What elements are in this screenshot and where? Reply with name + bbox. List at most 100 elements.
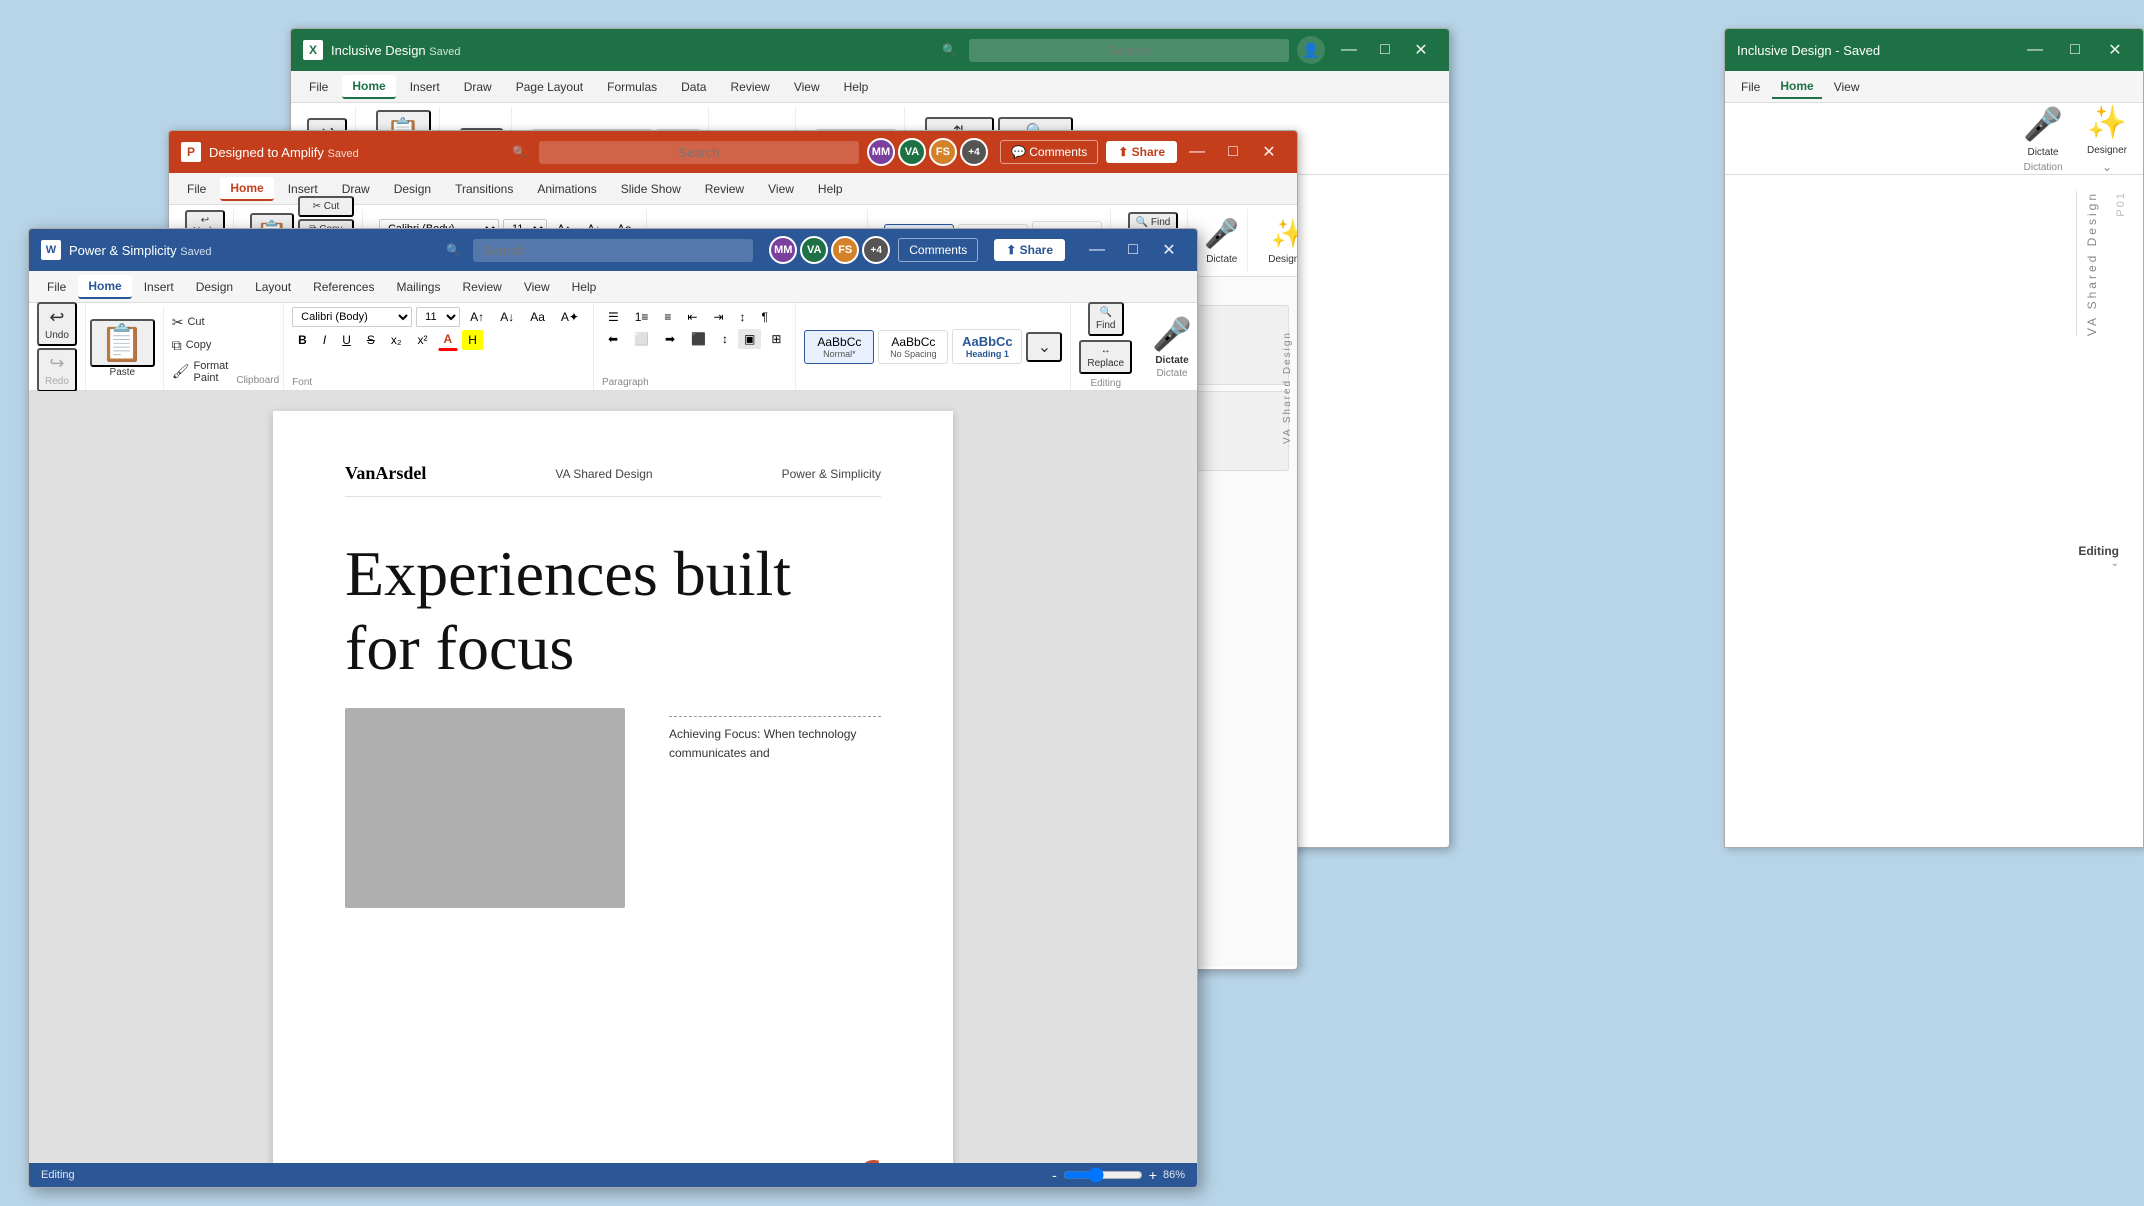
word-underline-btn[interactable]: U: [336, 330, 357, 350]
word-align-center-btn[interactable]: ⬜: [628, 329, 655, 349]
word-find-btn[interactable]: 🔍 Find: [1088, 302, 1124, 336]
excel-search-input[interactable]: [969, 39, 1289, 62]
ppt-tab-transitions[interactable]: Transitions: [445, 178, 523, 200]
word-fontsize-select[interactable]: 11: [416, 307, 460, 327]
word-bullets-btn[interactable]: ☰: [602, 307, 625, 327]
ppt-designer-icon[interactable]: ✨: [1271, 217, 1298, 250]
word-strikethrough-btn[interactable]: S: [361, 330, 381, 350]
excel-designer-btn[interactable]: ✨ Designer ⌄: [2087, 103, 2127, 174]
word-italic-btn[interactable]: I: [317, 330, 332, 350]
excel-rp-file[interactable]: File: [1733, 76, 1768, 98]
word-tab-file[interactable]: File: [37, 276, 76, 298]
excel-dictate-btn[interactable]: 🎤 Dictate Dictation: [2023, 105, 2063, 173]
word-fontcolor-btn[interactable]: A: [438, 329, 459, 351]
word-share-btn[interactable]: ⬆ Share: [994, 239, 1065, 261]
word-multilevel-btn[interactable]: ≡: [658, 307, 677, 327]
excel-tab-review[interactable]: Review: [720, 76, 779, 98]
word-subscript-btn[interactable]: x₂: [385, 330, 408, 350]
ppt-dictate-icon[interactable]: 🎤: [1204, 217, 1239, 250]
word-tab-references[interactable]: References: [303, 276, 384, 298]
excel-tab-data[interactable]: Data: [671, 76, 716, 98]
word-clear-format-btn[interactable]: Aa: [524, 307, 551, 327]
excel-right-min-btn[interactable]: —: [2019, 36, 2051, 64]
word-paste-btn[interactable]: 📋: [90, 319, 155, 367]
word-sort-btn[interactable]: ↕: [734, 307, 752, 327]
excel-close-btn[interactable]: ✕: [1405, 36, 1437, 64]
ppt-tab-file[interactable]: File: [177, 178, 216, 200]
word-maximize-btn[interactable]: □: [1117, 236, 1149, 264]
word-tab-view[interactable]: View: [514, 276, 560, 298]
ppt-cut-btn[interactable]: ✂ Cut: [298, 196, 354, 217]
ppt-tab-home[interactable]: Home: [220, 177, 273, 201]
word-zoom-out-btn[interactable]: -: [1052, 1167, 1057, 1183]
excel-minimize-btn[interactable]: —: [1333, 36, 1365, 64]
word-tab-home[interactable]: Home: [78, 275, 131, 299]
excel-designer-expand[interactable]: ⌄: [2102, 160, 2112, 174]
word-justify-btn[interactable]: ⬛: [685, 329, 712, 349]
excel-right-max-btn[interactable]: □: [2059, 36, 2091, 64]
ppt-tab-help[interactable]: Help: [808, 178, 853, 200]
word-highlight-btn[interactable]: H: [462, 330, 483, 350]
word-align-right-btn[interactable]: ➡: [659, 329, 681, 349]
word-tab-help[interactable]: Help: [562, 276, 607, 298]
word-tab-insert[interactable]: Insert: [134, 276, 184, 298]
ppt-maximize-btn[interactable]: □: [1217, 138, 1249, 166]
word-replace-btn[interactable]: ↔ Replace: [1079, 340, 1132, 374]
ppt-tab-view[interactable]: View: [758, 178, 804, 200]
word-search-input[interactable]: [473, 239, 753, 262]
word-redo-btn[interactable]: ↪ Redo: [37, 348, 77, 392]
excel-tab-formulas[interactable]: Formulas: [597, 76, 667, 98]
word-minimize-btn[interactable]: —: [1081, 236, 1113, 264]
word-style-normal[interactable]: AaBbCc Normal*: [804, 330, 874, 364]
ppt-comments-btn[interactable]: 💬 Comments: [1000, 140, 1098, 164]
word-borders-btn[interactable]: ⊞: [765, 329, 787, 349]
word-style-heading1[interactable]: AaBbCc Heading 1: [952, 329, 1022, 364]
word-tab-layout[interactable]: Layout: [245, 276, 301, 298]
word-styles-more-btn[interactable]: ⌄: [1026, 332, 1062, 362]
excel-tab-pagelayout[interactable]: Page Layout: [506, 76, 593, 98]
word-zoom-slider[interactable]: [1063, 1167, 1143, 1183]
ppt-minimize-btn[interactable]: —: [1181, 138, 1213, 166]
word-shading-btn[interactable]: ▣: [738, 329, 761, 349]
excel-tab-view[interactable]: View: [784, 76, 830, 98]
word-align-left-btn[interactable]: ⬅: [602, 329, 624, 349]
excel-tab-home[interactable]: Home: [342, 75, 395, 99]
word-cut-btn[interactable]: ✂ Cut: [168, 312, 233, 333]
word-dictate-icon[interactable]: 🎤: [1152, 315, 1192, 353]
word-style-no-spacing[interactable]: AaBbCc No Spacing: [878, 330, 948, 364]
excel-right-close-btn[interactable]: ✕: [2099, 36, 2131, 64]
word-undo-btn[interactable]: ↩ Undo: [37, 302, 77, 346]
ppt-close-btn[interactable]: ✕: [1253, 138, 1285, 166]
word-tab-design[interactable]: Design: [186, 276, 243, 298]
ppt-tab-design[interactable]: Design: [384, 178, 441, 200]
word-comments-btn[interactable]: Comments: [898, 238, 978, 262]
excel-rp-view[interactable]: View: [1826, 76, 1868, 98]
word-zoom-in-btn[interactable]: +: [1149, 1167, 1157, 1183]
ppt-tab-review[interactable]: Review: [695, 178, 754, 200]
word-tab-mailings[interactable]: Mailings: [386, 276, 450, 298]
word-increase-indent-btn[interactable]: ⇥: [707, 307, 729, 327]
word-format-paint-btn[interactable]: 🖌 Format Paint: [168, 358, 233, 386]
word-superscript-btn[interactable]: x²: [412, 330, 434, 350]
word-bold-btn[interactable]: B: [292, 330, 313, 350]
word-grow-font-btn[interactable]: A↑: [464, 307, 490, 327]
word-close-btn[interactable]: ✕: [1153, 236, 1185, 264]
ppt-tab-slideshow[interactable]: Slide Show: [611, 178, 691, 200]
word-shrink-font-btn[interactable]: A↓: [494, 307, 520, 327]
excel-tab-file[interactable]: File: [299, 76, 338, 98]
word-show-formatting-btn[interactable]: ¶: [756, 307, 774, 327]
word-text-effects-btn[interactable]: A✦: [555, 307, 585, 327]
ppt-tab-animations[interactable]: Animations: [527, 178, 606, 200]
excel-maximize-btn[interactable]: □: [1369, 36, 1401, 64]
word-numbering-btn[interactable]: 1≡: [629, 307, 655, 327]
excel-rp-home[interactable]: Home: [1772, 75, 1821, 99]
ppt-share-btn[interactable]: ⬆ Share: [1106, 141, 1177, 163]
excel-tab-draw[interactable]: Draw: [454, 76, 502, 98]
excel-tab-insert[interactable]: Insert: [400, 76, 450, 98]
word-tab-review[interactable]: Review: [452, 276, 511, 298]
ppt-search-input[interactable]: [539, 141, 859, 164]
word-font-select[interactable]: Calibri (Body): [292, 307, 412, 327]
excel-tab-help[interactable]: Help: [834, 76, 879, 98]
word-line-spacing-btn[interactable]: ↕: [716, 329, 734, 349]
word-decrease-indent-btn[interactable]: ⇤: [681, 307, 703, 327]
